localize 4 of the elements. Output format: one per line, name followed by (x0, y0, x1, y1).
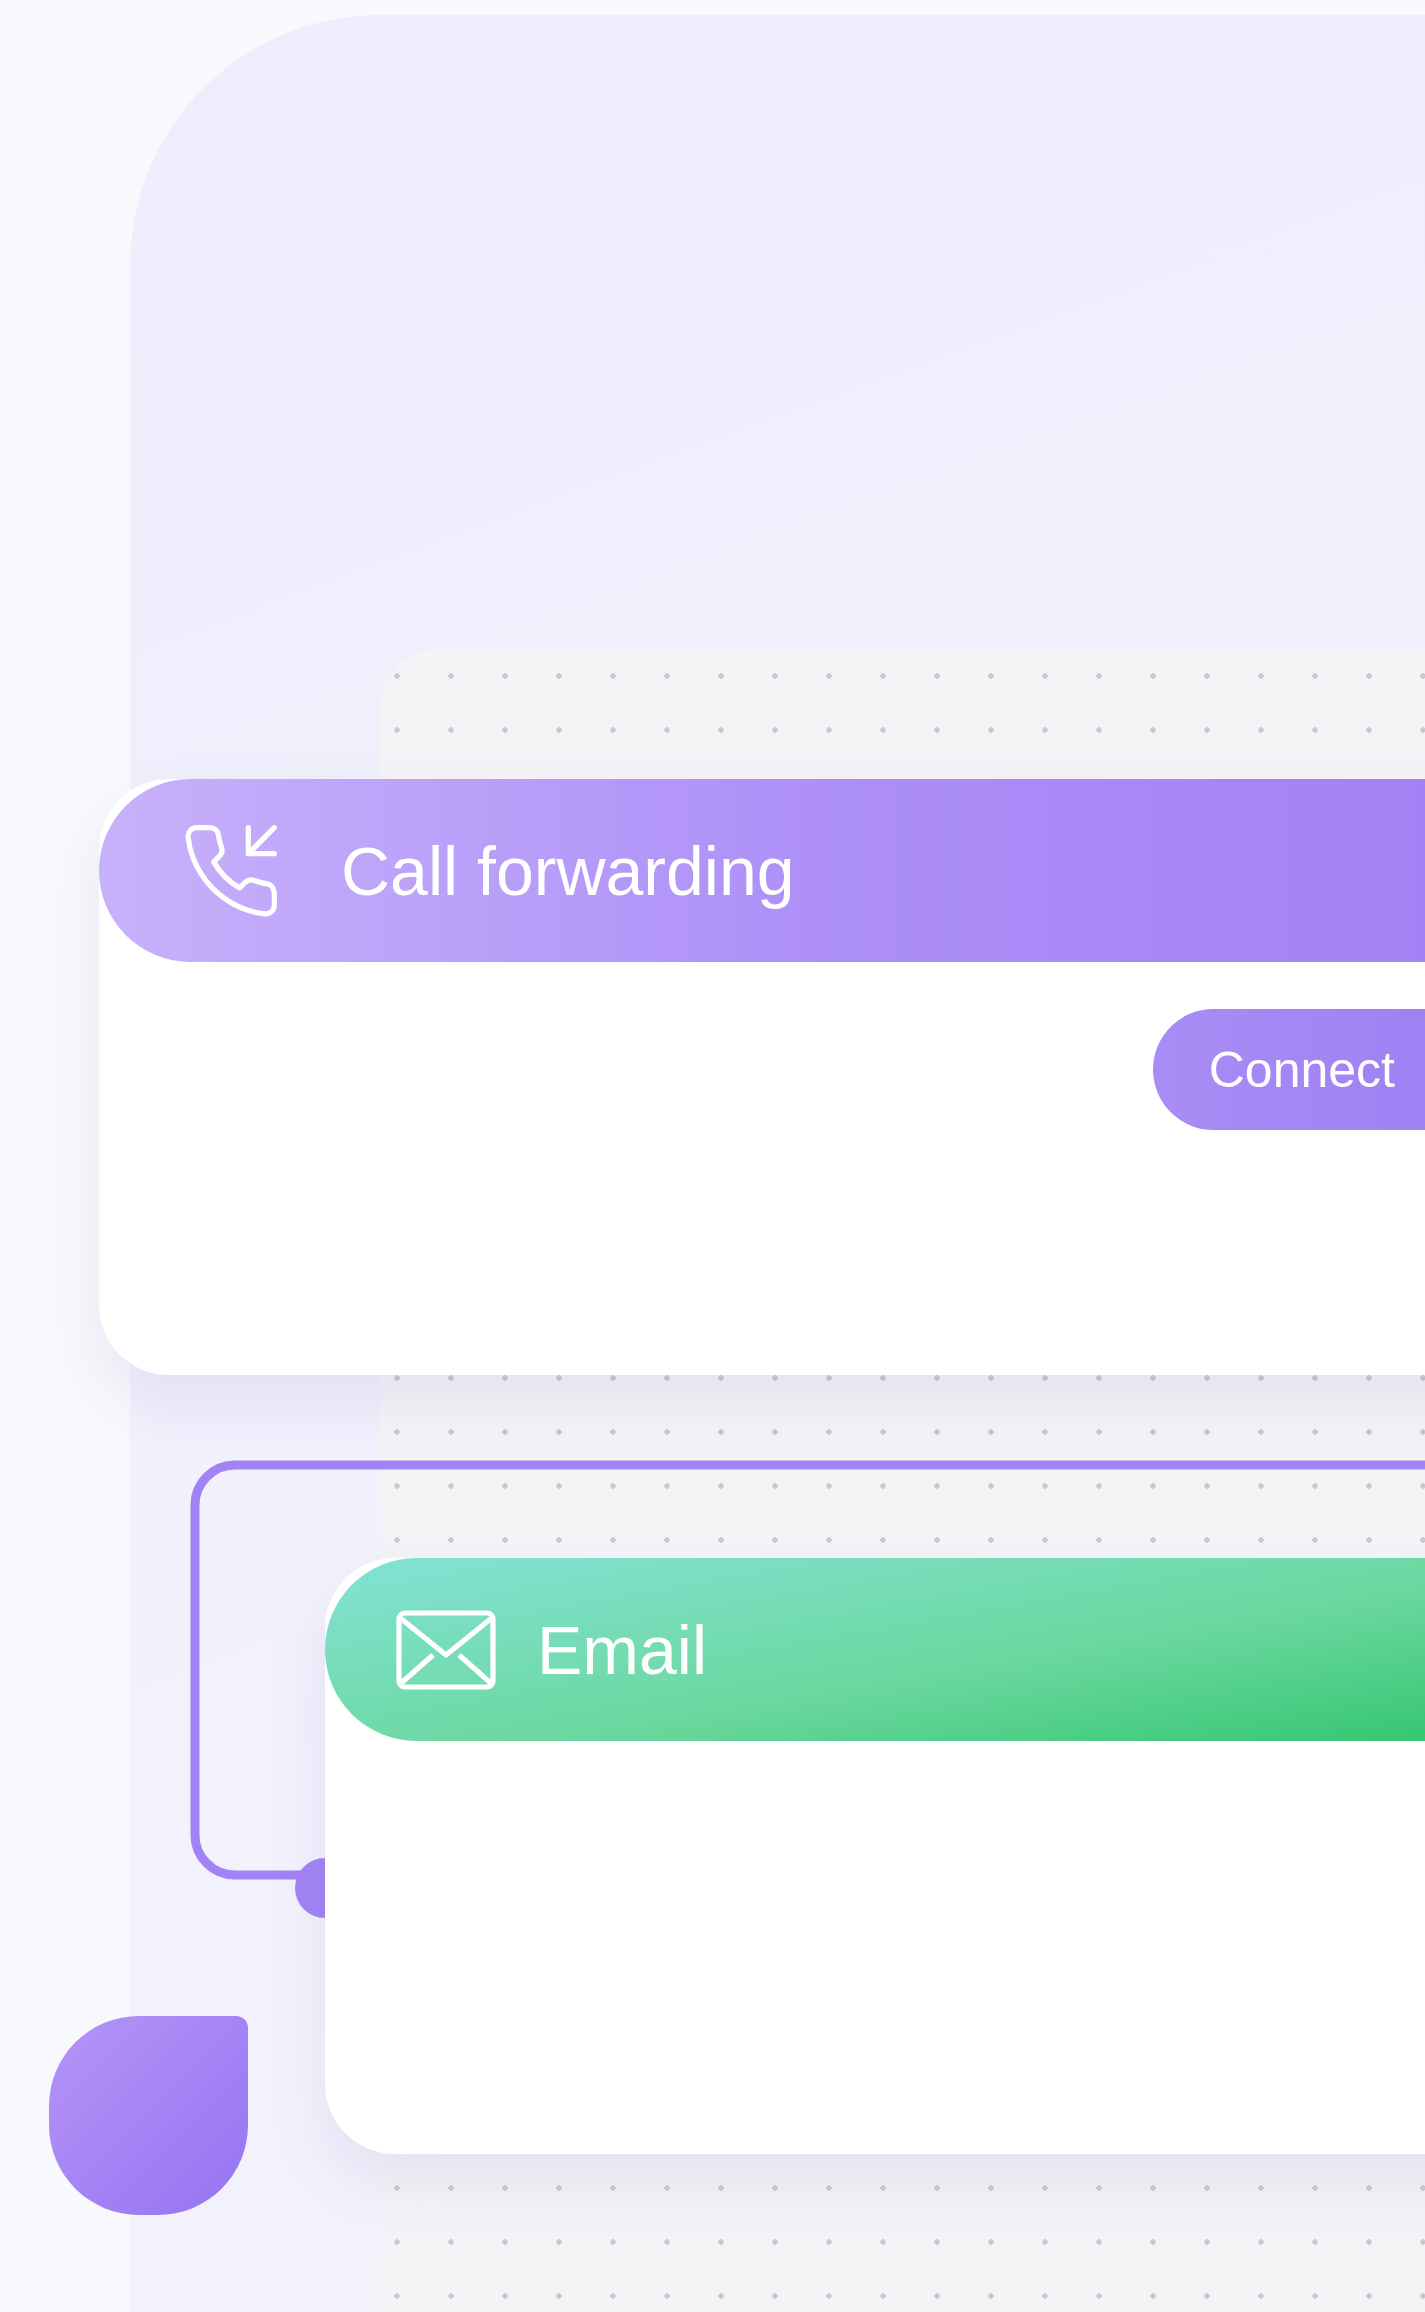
envelope-icon (395, 1608, 497, 1691)
card-title: Email (537, 1610, 708, 1689)
connect-button[interactable]: Connect (1152, 1009, 1425, 1130)
card-title: Call forwarding (341, 831, 795, 910)
